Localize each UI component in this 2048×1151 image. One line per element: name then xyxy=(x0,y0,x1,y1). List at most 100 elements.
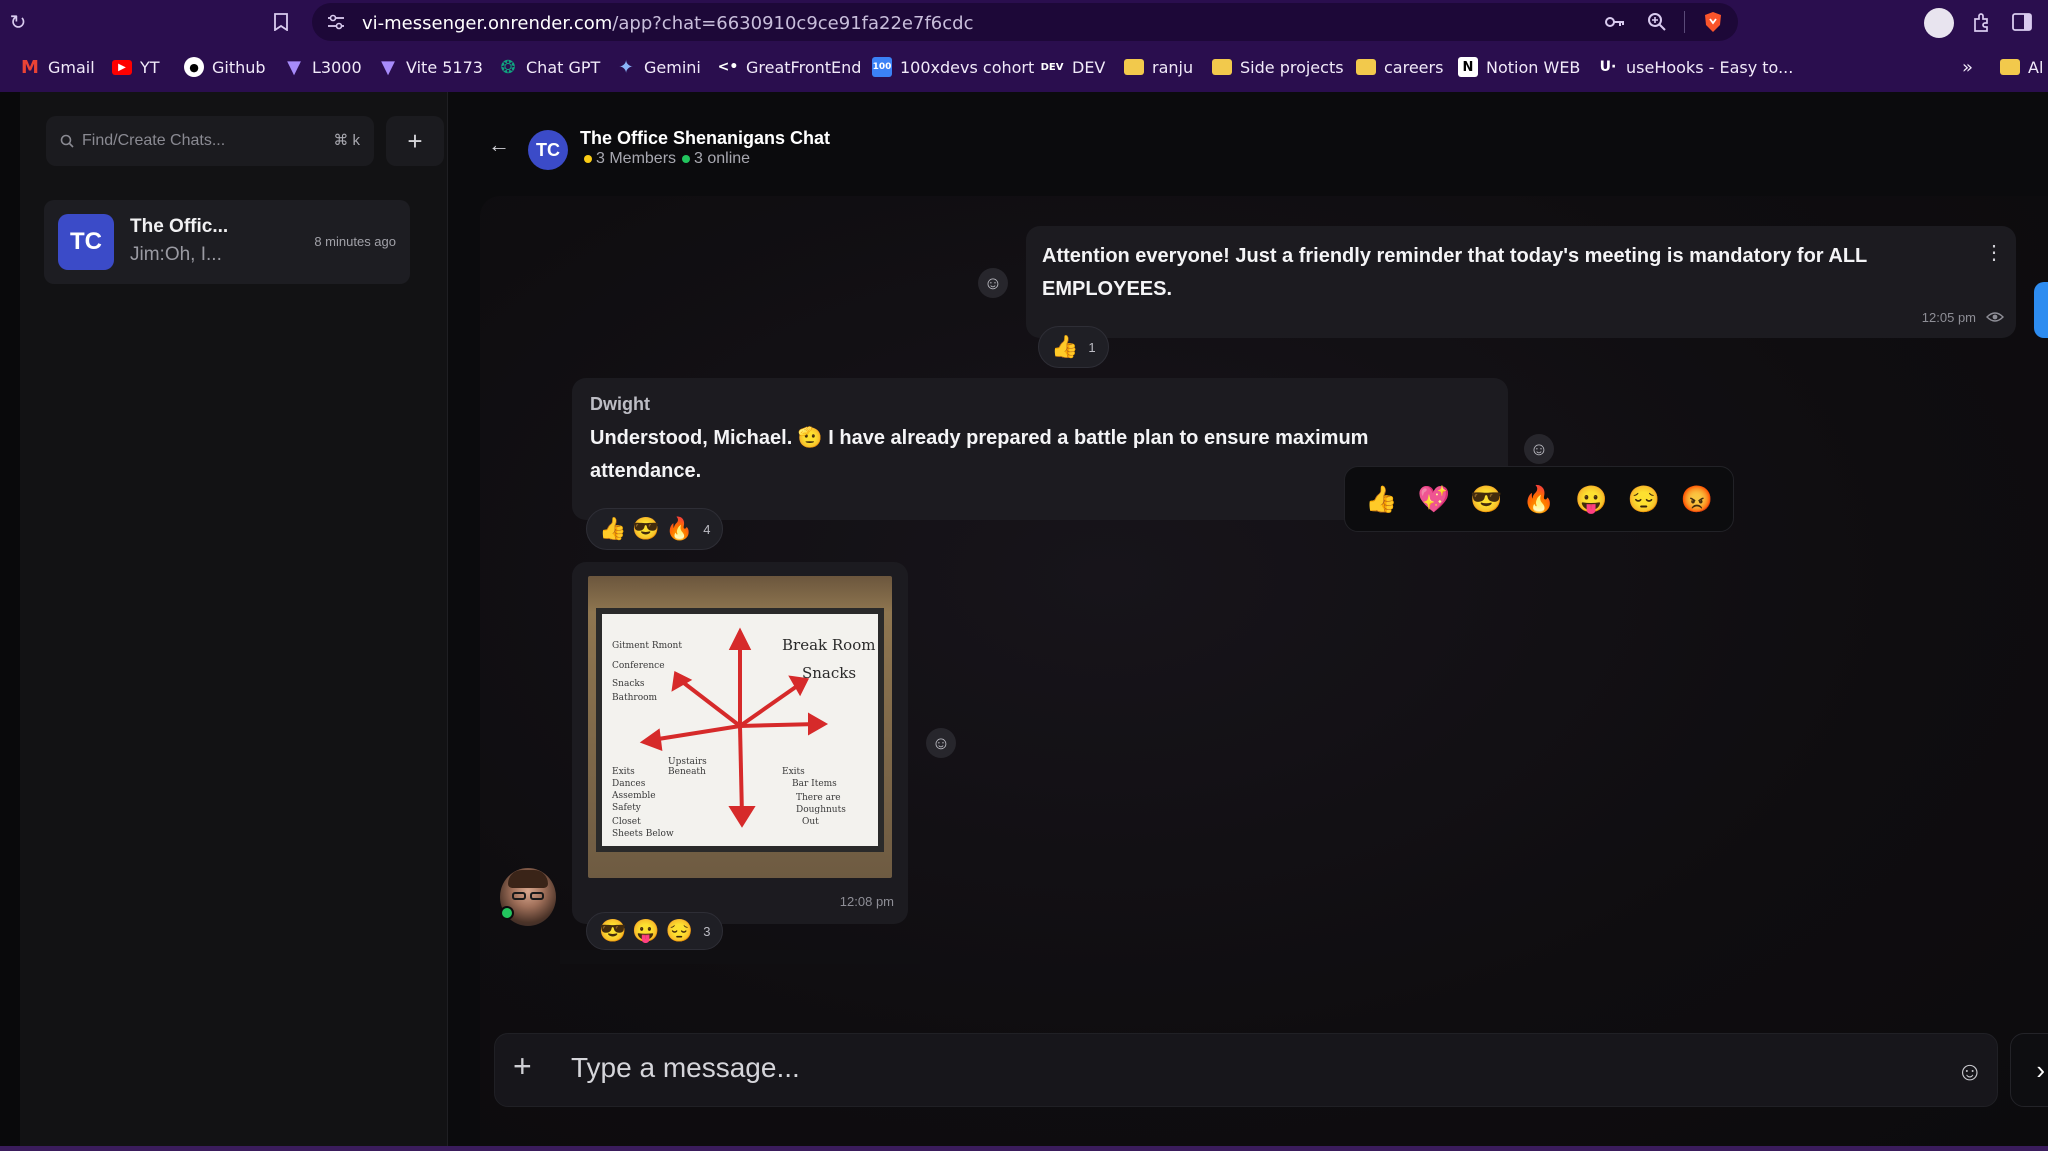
reaction-pill[interactable]: 👍 😎 🔥 4 xyxy=(586,508,724,550)
message-photo[interactable]: Gitment Rmont Conference Snacks Bathroom… xyxy=(588,576,892,878)
folder-icon xyxy=(2000,59,2020,75)
bookmark-gmail[interactable]: M Gmail xyxy=(20,54,95,80)
bookmark-greatfrontend[interactable]: <• GreatFrontEnd xyxy=(717,54,862,80)
whiteboard-drawing: Gitment Rmont Conference Snacks Bathroom… xyxy=(611,627,875,839)
chat-preview: Jim:Oh, I... xyxy=(130,244,222,265)
bookmark-side-projects[interactable]: Side projects xyxy=(1212,54,1344,80)
chat-header: ← TC The Office Shenanigans Chat 3 Membe… xyxy=(448,92,2048,192)
bookmark-github[interactable]: ● Github xyxy=(184,54,266,80)
extensions-icon[interactable] xyxy=(1970,10,1994,34)
bookmark-100xdevs[interactable]: 100 100xdevs cohort xyxy=(872,54,1034,80)
site-settings-icon[interactable] xyxy=(326,12,346,32)
message-text: Understood, Michael. 🫡 I have already pr… xyxy=(590,427,1369,449)
message-bubble-michael[interactable]: Attention everyone! Just a friendly remi… xyxy=(1026,226,2016,338)
message-input[interactable]: Type a message... xyxy=(571,1052,800,1084)
address-bar[interactable]: vi-messenger.onrender.com/app?chat=66309… xyxy=(312,3,1738,41)
key-icon[interactable] xyxy=(1604,12,1626,32)
bookmark-l3000[interactable]: ▼ L3000 xyxy=(284,54,362,80)
bookmark-vite[interactable]: ▼ Vite 5173 xyxy=(378,54,483,80)
bookmark-chatgpt[interactable]: ❂ Chat GPT xyxy=(498,54,600,80)
search-placeholder: Find/Create Chats... xyxy=(82,132,226,149)
new-chat-button[interactable]: + xyxy=(386,116,444,166)
bookmark-ranju[interactable]: ranju xyxy=(1124,54,1193,80)
seen-eye-icon xyxy=(1986,310,2004,328)
emoji-option-heart[interactable]: 💖 xyxy=(1418,484,1450,515)
message-text: EMPLOYEES. xyxy=(1042,278,1173,300)
attach-button[interactable]: + xyxy=(513,1048,532,1085)
back-button[interactable]: ← xyxy=(488,132,510,158)
bookmark-icon[interactable] xyxy=(270,10,292,34)
url-path: /app?chat=6630910c9ce91fa22e7f6cdc xyxy=(612,13,974,34)
greatfrontend-icon: <• xyxy=(717,59,739,75)
sidebar-toggle-icon[interactable] xyxy=(2010,10,2034,34)
bookmark-yt[interactable]: ▶ YT xyxy=(112,54,160,80)
svg-text:Exits: Exits xyxy=(612,767,635,777)
thumbs-up-emoji: 👍 xyxy=(1051,334,1079,359)
chat-title: The Office Shenanigans Chat xyxy=(580,128,831,148)
url-host: vi-messenger.onrender.com xyxy=(362,13,613,34)
folder-icon xyxy=(1356,59,1376,75)
bookmark-all[interactable]: Al xyxy=(2000,54,2043,80)
bookmark-label: Gmail xyxy=(48,57,95,77)
zoom-icon[interactable] xyxy=(1646,11,1668,33)
emoji-button[interactable]: ☺ xyxy=(1956,1056,1983,1087)
svg-text:Bathroom: Bathroom xyxy=(612,693,658,703)
chat-time: 8 minutes ago xyxy=(314,234,396,249)
fire-emoji: 🔥 xyxy=(665,516,694,541)
message-menu-icon[interactable]: ⋮ xyxy=(1984,240,2004,265)
emoji-option-pensive[interactable]: 😔 xyxy=(1628,484,1660,515)
reload-icon[interactable]: ↻ xyxy=(6,10,30,34)
svg-text:Closet: Closet xyxy=(612,817,641,827)
emoji-option-cool[interactable]: 😎 xyxy=(1470,484,1502,515)
image-message[interactable]: Gitment Rmont Conference Snacks Bathroom… xyxy=(572,562,908,924)
online-dot-icon xyxy=(682,155,691,163)
overflow-label: » xyxy=(1962,56,1974,78)
whiteboard-image: Gitment Rmont Conference Snacks Bathroom… xyxy=(596,608,884,852)
message-text: Attention everyone! Just a friendly remi… xyxy=(1042,245,1868,267)
svg-text:Sheets Below: Sheets Below xyxy=(612,829,674,839)
vite-icon: ▼ xyxy=(381,56,395,78)
reaction-pill[interactable]: 👍 1 xyxy=(1038,326,1109,368)
bookmark-label: Vite 5173 xyxy=(406,57,483,77)
bookmark-usehooks[interactable]: U· useHooks - Easy to... xyxy=(1598,54,1794,80)
add-reaction-icon[interactable]: ☺ xyxy=(978,268,1008,298)
bookmark-notion[interactable]: N Notion WEB xyxy=(1458,54,1580,80)
thumbs-up-emoji: 👍 xyxy=(599,516,627,541)
svg-text:Out: Out xyxy=(802,817,819,827)
profile-avatar[interactable] xyxy=(1924,8,1954,38)
add-reaction-icon[interactable]: ☺ xyxy=(926,728,956,758)
vite-icon: ▼ xyxy=(287,56,301,78)
reaction-pill[interactable]: 😎 😛 😔 3 xyxy=(586,912,724,950)
bookmark-label: Al xyxy=(2028,57,2044,77)
scroll-to-bottom-button[interactable] xyxy=(2034,282,2048,338)
group-avatar[interactable]: TC xyxy=(528,130,568,170)
online-status-dot xyxy=(500,906,514,920)
100xdevs-icon: 100 xyxy=(872,57,892,77)
emoji-option-tongue[interactable]: 😛 xyxy=(1575,484,1607,515)
bookmarks-overflow[interactable]: » xyxy=(1962,54,1973,80)
reaction-count: 3 xyxy=(703,923,711,939)
cool-emoji: 😎 xyxy=(632,516,660,541)
members-dot-icon xyxy=(584,155,592,163)
send-button[interactable]: › xyxy=(2010,1033,2048,1107)
svg-text:There are: There are xyxy=(796,793,841,803)
search-input[interactable]: Find/Create Chats... ⌘ k xyxy=(46,116,374,166)
emoji-option-angry[interactable]: 😡 xyxy=(1680,484,1712,515)
bookmark-label: Github xyxy=(212,57,266,77)
add-reaction-icon[interactable]: ☺ xyxy=(1524,434,1554,464)
emoji-option-fire[interactable]: 🔥 xyxy=(1523,484,1555,515)
chat-sidebar: Find/Create Chats... ⌘ k + TC The Offic.… xyxy=(20,92,448,1151)
bookmark-dev[interactable]: DEV DEV xyxy=(1040,54,1106,80)
scroll-fade xyxy=(560,950,920,964)
avatar-glasses xyxy=(512,892,526,900)
board-title-line2: Snacks xyxy=(802,664,856,682)
bookmark-label: Gemini xyxy=(644,57,701,77)
bookmark-gemini[interactable]: ✦ Gemini xyxy=(616,54,701,80)
brave-shield-icon[interactable] xyxy=(1702,10,1724,34)
chat-avatar: TC xyxy=(58,214,114,270)
avatar-glasses xyxy=(530,892,544,900)
chat-list-item[interactable]: TC The Offic... Jim:Oh, I... 8 minutes a… xyxy=(44,200,410,284)
browser-toolbar: ↻ vi-messenger.onrender.com/app?chat=663… xyxy=(0,0,2048,46)
emoji-option-thumbs-up[interactable]: 👍 xyxy=(1365,484,1397,515)
bookmark-careers[interactable]: careers xyxy=(1356,54,1443,80)
